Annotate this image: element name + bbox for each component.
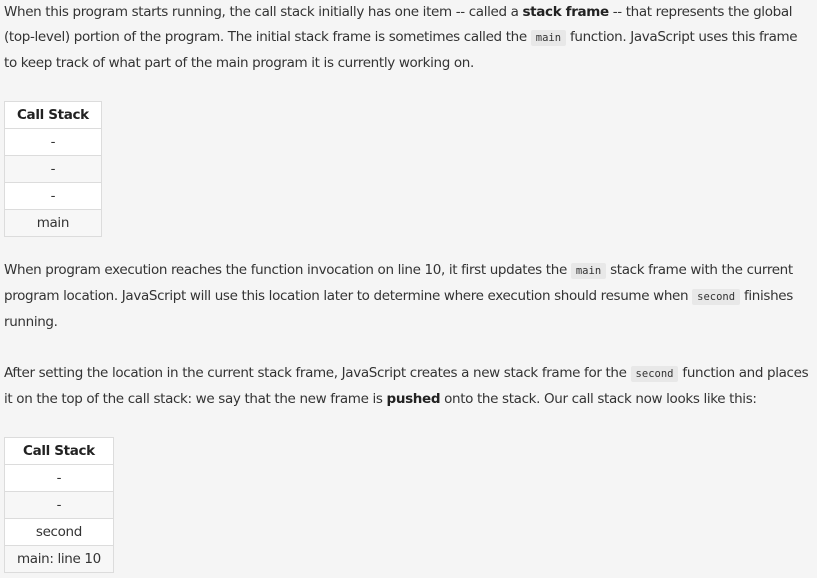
stack-cell: second <box>4 518 114 546</box>
bold-term-pushed: pushed <box>386 391 441 407</box>
text: onto the stack. Our call stack now looks… <box>440 391 757 407</box>
table-header: Call Stack <box>4 101 102 129</box>
call-stack-table-2: Call Stack - - second main: line 10 <box>4 437 114 573</box>
inline-code-main: main <box>530 30 567 46</box>
bold-term-stack-frame: stack frame <box>522 4 610 20</box>
call-stack-table-1: Call Stack - - - main <box>4 101 102 237</box>
stack-cell: main: line 10 <box>4 545 114 573</box>
table-header: Call Stack <box>4 437 114 465</box>
paragraph-push: After setting the location in the curren… <box>4 361 813 412</box>
inline-code-second: second <box>692 289 741 305</box>
stack-cell: - <box>4 155 102 183</box>
stack-cell: - <box>4 128 102 156</box>
paragraph-update: When program execution reaches the funct… <box>4 258 813 335</box>
text: When this program starts running, the ca… <box>4 4 523 20</box>
paragraph-intro: When this program starts running, the ca… <box>4 0 813 76</box>
stack-cell: - <box>4 182 102 210</box>
stack-cell: - <box>4 491 114 519</box>
inline-code-second: second <box>630 366 679 382</box>
inline-code-main: main <box>570 263 607 279</box>
article-content: When this program starts running, the ca… <box>0 0 817 573</box>
text: When program execution reaches the funct… <box>4 262 571 278</box>
text: After setting the location in the curren… <box>4 365 631 381</box>
stack-cell: main <box>4 209 102 237</box>
stack-cell: - <box>4 464 114 492</box>
